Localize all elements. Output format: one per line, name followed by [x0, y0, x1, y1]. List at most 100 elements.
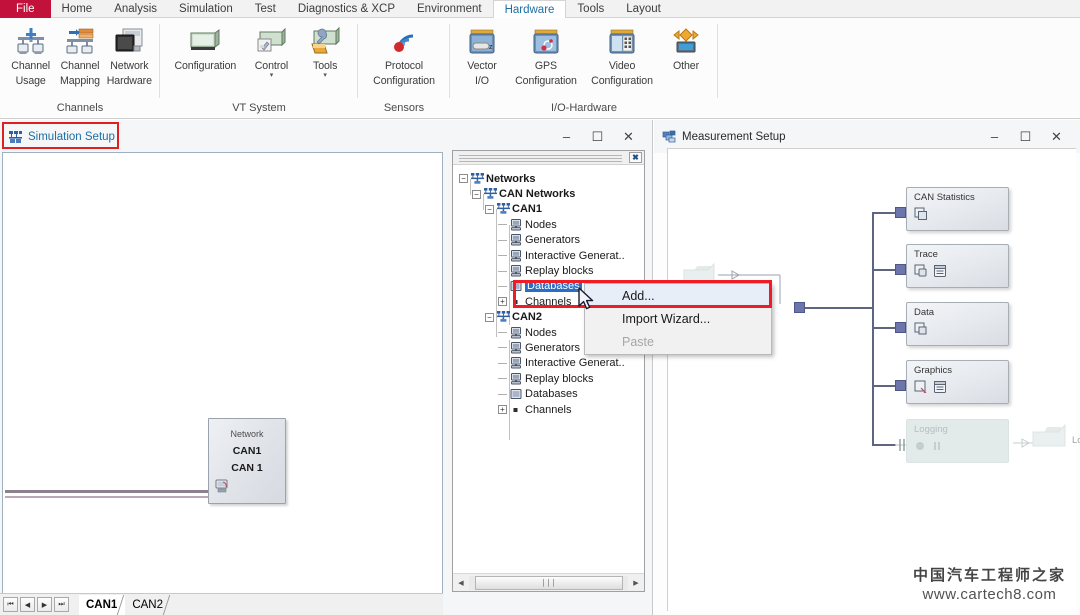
tree-item-networks[interactable]: −Networks	[453, 171, 644, 186]
pause-icon[interactable]	[931, 439, 943, 457]
tree-item-generators[interactable]: Generators	[453, 233, 644, 248]
network-node-can1[interactable]: Network CAN1 CAN 1	[208, 418, 286, 504]
tree-item-can-networks[interactable]: −CAN Networks	[453, 186, 644, 201]
tree-horizontal-scrollbar[interactable]: ◀ ∣∣∣ ▶	[453, 573, 644, 591]
measurement-maximize-button[interactable]: ☐	[1010, 125, 1041, 148]
vector-io-label-1: Vector	[467, 61, 496, 73]
ribbon-tab-bar: File Home Analysis Simulation Test Diagn…	[0, 0, 1080, 18]
measurement-node-data[interactable]: Data	[906, 302, 1009, 346]
simulation-close-button[interactable]: ✕	[613, 125, 644, 148]
measurement-node-can-statistics-label: CAN Statistics	[914, 192, 1008, 203]
vector-io-button[interactable]: z Vector I/O	[456, 21, 508, 101]
tree-expander-icon[interactable]: −	[459, 174, 468, 183]
network-hardware-button[interactable]: Network Hardware	[105, 21, 154, 101]
tree-item-nodes[interactable]: Nodes	[453, 217, 644, 232]
ribbon-tab-analysis[interactable]: Analysis	[103, 0, 168, 18]
tree-item-replay-blocks[interactable]: Replay blocks	[453, 263, 644, 278]
file-icon[interactable]	[933, 264, 947, 283]
measurement-node-trace[interactable]: Trace	[906, 244, 1009, 288]
sheet-tab-can2[interactable]: CAN2	[125, 595, 171, 615]
record-icon[interactable]	[914, 439, 926, 457]
tree-item-replay-blocks[interactable]: Replay blocks	[453, 371, 644, 386]
bus-distribution-square[interactable]	[794, 302, 805, 313]
tree-expander-icon[interactable]: −	[472, 190, 481, 199]
channel-usage-button[interactable]: Channel Usage	[6, 21, 55, 101]
ribbon-group-sensors: Protocol Configuration Sensors	[358, 18, 450, 118]
ribbon-tab-simulation[interactable]: Simulation	[168, 0, 244, 18]
tree-expander-icon[interactable]: −	[485, 313, 494, 322]
context-menu-item-import-wizard[interactable]: Import Wizard...	[585, 307, 771, 330]
sheet-nav-last-button[interactable]: ⏭	[54, 597, 69, 612]
tree-scroll-right-button[interactable]: ▶	[628, 575, 644, 591]
tree-branch-line	[498, 224, 507, 225]
networks-tree-body[interactable]: −Networks−CAN Networks−CAN1 Nodes Generato…	[453, 165, 644, 573]
ribbon-tab-hardware[interactable]: Hardware	[493, 0, 567, 18]
branch-square-trace[interactable]	[895, 264, 906, 275]
tree-item-databases[interactable]: Databases	[453, 386, 644, 401]
tree-panel-close-icon[interactable]: ✖	[629, 152, 642, 163]
ribbon-tab-tools[interactable]: Tools	[566, 0, 615, 18]
simulation-setup-canvas[interactable]: Network CAN1 CAN 1	[2, 152, 443, 600]
tree-scroll-left-button[interactable]: ◀	[453, 575, 469, 591]
branch-square-can-statistics[interactable]	[895, 207, 906, 218]
measurement-setup-canvas[interactable]: CAN Statistics Trace	[667, 148, 1076, 611]
logging-output-folder-icon[interactable]	[1028, 421, 1072, 460]
node-icon	[510, 373, 522, 385]
ribbon-tab-layout[interactable]: Layout	[615, 0, 672, 18]
tree-scroll-track[interactable]: ∣∣∣	[469, 576, 628, 590]
branch-square-graphics[interactable]	[895, 380, 906, 391]
bus-trunk-line-v	[872, 212, 874, 446]
simulation-minimize-button[interactable]: –	[551, 125, 582, 148]
measurement-node-can-statistics[interactable]: CAN Statistics	[906, 187, 1009, 231]
vt-tools-icon	[308, 26, 342, 58]
protocol-configuration-button[interactable]: Protocol Configuration	[364, 21, 444, 101]
measurement-node-graphics[interactable]: Graphics	[906, 360, 1009, 404]
tree-panel-header[interactable]: ✖	[453, 151, 644, 165]
networks-tree-panel: ✖ −Networks−CAN Networks−CAN1 Nodes Genera…	[452, 150, 645, 592]
other-button[interactable]: Other	[660, 21, 712, 101]
measurement-node-logging[interactable]: Logging	[906, 419, 1009, 463]
vt-tools-caret-icon[interactable]: ▾	[323, 73, 327, 79]
gps-configuration-button[interactable]: GPS Configuration	[508, 21, 584, 101]
ribbon-tab-test[interactable]: Test	[244, 0, 287, 18]
network-node-icon	[214, 479, 230, 499]
context-menu-item-add[interactable]: Add...	[585, 284, 771, 307]
copy-icon[interactable]	[914, 207, 928, 226]
tree-panel-gripper[interactable]	[459, 155, 622, 160]
video-configuration-button[interactable]: Video Configuration	[584, 21, 660, 101]
sheet-nav-first-button[interactable]: ⏮	[3, 597, 18, 612]
ribbon-tab-file[interactable]: File	[0, 0, 51, 18]
database-context-menu[interactable]: Add... Import Wizard... Paste	[584, 283, 772, 355]
ribbon-tab-diagnostics-xcp[interactable]: Diagnostics & XCP	[287, 0, 406, 18]
vt-configuration-button[interactable]: Configuration	[166, 21, 245, 101]
sheet-nav-prev-button[interactable]: ◀	[20, 597, 35, 612]
ribbon-tab-environment[interactable]: Environment	[406, 0, 493, 18]
tree-item-channels[interactable]: +Channels	[453, 402, 644, 417]
copy-icon[interactable]	[914, 264, 928, 283]
tree-item-interactive-generat[interactable]: Interactive Generat..	[453, 248, 644, 263]
sheet-nav-next-button[interactable]: ▶	[37, 597, 52, 612]
tree-item-interactive-generat[interactable]: Interactive Generat..	[453, 356, 644, 371]
sheet-tab-can2-label: CAN2	[132, 599, 163, 611]
copy-icon[interactable]	[914, 322, 928, 341]
tree-item-label: Nodes	[525, 219, 557, 231]
tree-scroll-thumb[interactable]: ∣∣∣	[475, 576, 623, 590]
file-icon[interactable]	[933, 380, 947, 399]
branch-square-data[interactable]	[895, 322, 906, 333]
graphics-icon[interactable]	[914, 380, 928, 399]
channel-mapping-button[interactable]: Channel Mapping	[55, 21, 104, 101]
tree-item-can1[interactable]: −CAN1	[453, 202, 644, 217]
sheet-tab-can1[interactable]: CAN1	[79, 595, 125, 615]
measurement-minimize-button[interactable]: –	[979, 125, 1010, 148]
simulation-maximize-button[interactable]: ☐	[582, 125, 613, 148]
network-icon	[497, 311, 509, 323]
ribbon-tab-home[interactable]: Home	[51, 0, 104, 18]
tree-expander-icon[interactable]: +	[498, 297, 507, 306]
measurement-close-button[interactable]: ✕	[1041, 125, 1072, 148]
vt-control-button[interactable]: Control ▾	[245, 21, 299, 101]
vt-tools-button[interactable]: Tools ▾	[298, 21, 352, 101]
tree-expander-icon[interactable]: +	[498, 405, 507, 414]
tree-expander-icon[interactable]: −	[485, 205, 494, 214]
vt-control-caret-icon[interactable]: ▾	[270, 73, 274, 79]
network-node-kind: Network	[209, 429, 285, 439]
